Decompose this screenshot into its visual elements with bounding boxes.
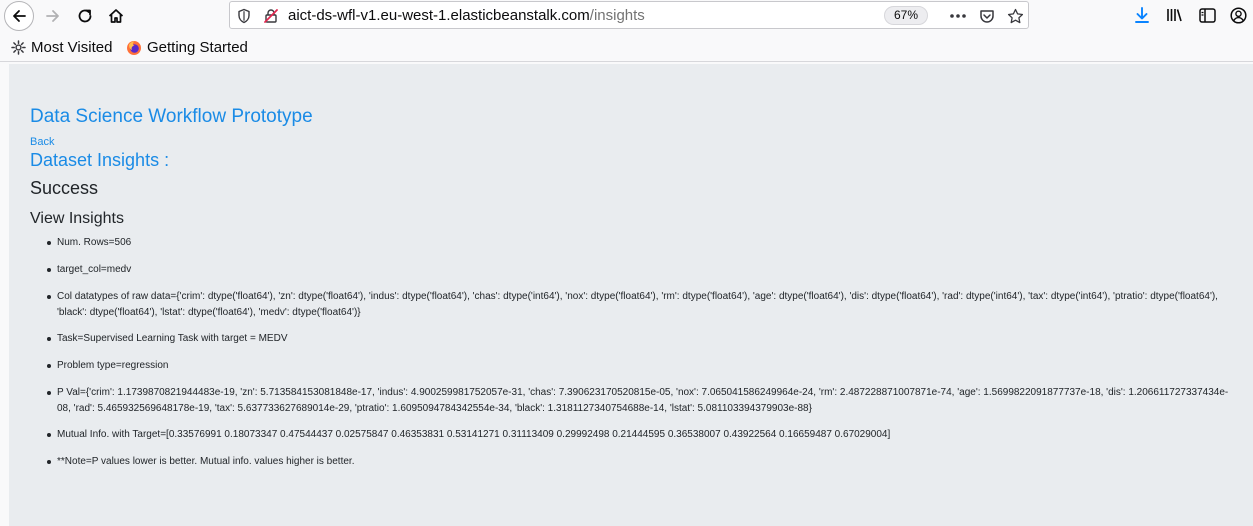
bookmark-label: Getting Started <box>147 39 248 56</box>
status-text: Success <box>30 178 99 198</box>
bookmark-label: Most Visited <box>31 39 113 56</box>
insight-mutual-info: Mutual Info. with Target=[0.33576991 0.1… <box>47 427 1237 443</box>
shield-icon[interactable] <box>234 6 254 26</box>
home-icon <box>108 9 124 23</box>
back-arrow-icon <box>13 10 26 22</box>
bookmarks-toolbar: Most Visited Getting Started <box>0 34 1253 62</box>
url-path: /insights <box>589 7 645 24</box>
zoom-reset-button[interactable]: 67% <box>884 6 928 25</box>
browser-toolbar: aict-ds-wfl-v1.eu-west-1.elasticbeanstal… <box>0 0 1253 32</box>
url-bar[interactable]: aict-ds-wfl-v1.eu-west-1.elasticbeanstal… <box>229 1 1029 29</box>
insight-problem-type: Problem type=regression <box>47 358 1237 374</box>
insight-task: Task=Supervised Learning Task with targe… <box>47 331 1237 347</box>
account-icon[interactable] <box>1227 4 1249 26</box>
url-text[interactable]: aict-ds-wfl-v1.eu-west-1.elasticbeanstal… <box>288 7 645 24</box>
pocket-icon[interactable] <box>977 6 997 26</box>
url-host: aict-ds-wfl-v1.eu-west-1.elasticbeanstal… <box>288 7 590 24</box>
star-icon[interactable] <box>1005 6 1025 26</box>
sidebar-icon[interactable] <box>1196 4 1218 26</box>
page-content: Data Science Workflow Prototype Back Dat… <box>9 64 1253 526</box>
bookmark-getting-started[interactable]: Getting Started <box>126 39 248 56</box>
download-icon[interactable] <box>1131 4 1153 26</box>
insight-col-datatypes: Col datatypes of raw data={'crim': dtype… <box>47 289 1237 321</box>
more-actions-icon[interactable] <box>948 6 968 26</box>
insecure-lock-icon[interactable] <box>261 6 281 26</box>
library-icon[interactable] <box>1164 4 1186 26</box>
insight-target-col: target_col=medv <box>47 262 1237 278</box>
page-title: Data Science Workflow Prototype <box>30 106 313 127</box>
insight-note: **Note=P values lower is better. Mutual … <box>47 454 1237 470</box>
insight-num-rows: Num. Rows=506 <box>47 235 1237 251</box>
dataset-insights-heading: Dataset Insights : <box>30 150 170 170</box>
insight-p-values: P Val={'crim': 1.1739870821944483e-19, '… <box>47 385 1237 417</box>
view-insights-heading: View Insights <box>30 210 124 227</box>
back-link[interactable]: Back <box>30 136 54 148</box>
forward-button[interactable] <box>38 1 68 31</box>
reload-button[interactable] <box>70 1 100 31</box>
home-button[interactable] <box>101 1 131 31</box>
reload-icon <box>78 9 92 23</box>
firefox-icon <box>127 40 141 55</box>
forward-arrow-icon <box>46 10 59 22</box>
gear-icon <box>11 40 26 55</box>
back-button[interactable] <box>4 1 34 31</box>
bookmark-most-visited[interactable]: Most Visited <box>11 39 112 56</box>
